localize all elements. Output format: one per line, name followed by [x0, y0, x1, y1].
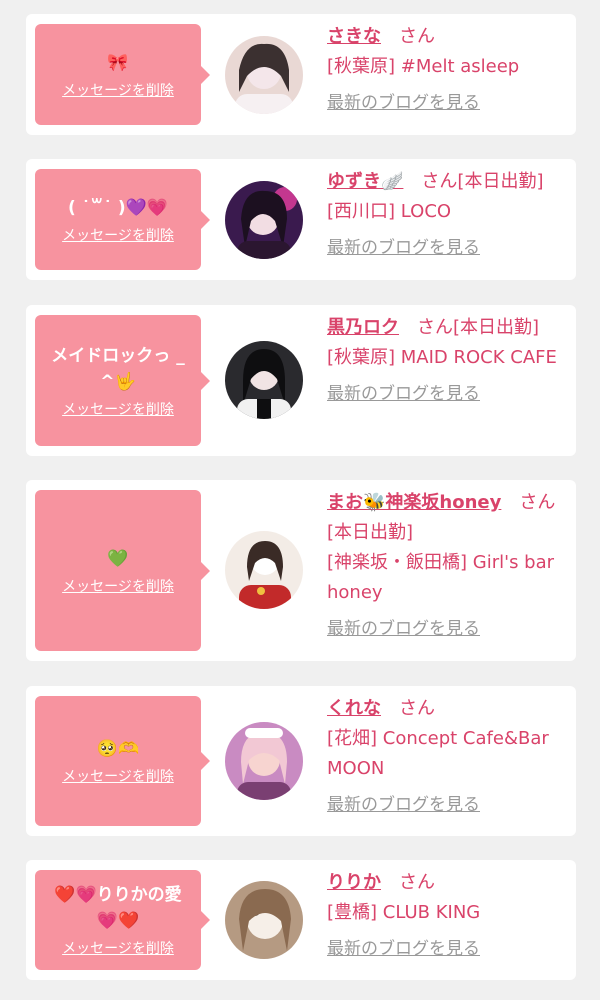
delete-message-link[interactable]: メッセージを削除	[62, 80, 174, 100]
list-item: 🥺🫶 メッセージを削除 くれな さん [花畑] Concept Cafe&Bar …	[26, 686, 576, 836]
message-list: 🎀 メッセージを削除 さきな さん [秋葉原] #Melt asleep 最新のブ…	[0, 0, 600, 1000]
cast-info: くれな さん [花畑] Concept Cafe&Bar MOON 最新のブログを…	[327, 694, 566, 820]
list-item: ❤️💗りりかの愛💗❤️ メッセージを削除 りりか さん [豊橋] CLUB KIN…	[26, 860, 576, 980]
avatar[interactable]	[225, 531, 303, 609]
message-text: ( ˙꒳˙ )💜💗	[68, 197, 168, 218]
message-bubble: ❤️💗りりかの愛💗❤️ メッセージを削除	[35, 870, 210, 970]
delete-message-link[interactable]: メッセージを削除	[62, 576, 174, 596]
name-line: 黒乃ロク さん[本日出勤]	[327, 313, 566, 343]
name-line: さきな さん	[327, 22, 566, 52]
shop-name: [花畑] Concept Cafe&Bar MOON	[327, 728, 549, 779]
list-item: 💚 メッセージを削除 まお🐝神楽坂honey さん[本日出勤] [神楽坂・飯田橋]…	[26, 480, 576, 661]
latest-blog-link[interactable]: 最新のブログを見る	[327, 233, 566, 263]
honorific: さん	[399, 698, 435, 719]
list-item: 🎀 メッセージを削除 さきな さん [秋葉原] #Melt asleep 最新のブ…	[26, 14, 576, 135]
name-line: まお🐝神楽坂honey さん[本日出勤]	[327, 488, 566, 548]
avatar[interactable]	[225, 181, 303, 259]
list-item: ( ˙꒳˙ )💜💗 メッセージを削除 ゆずき🪽 さん[本日出勤] [西川口] LO…	[26, 159, 576, 280]
name-line: ゆずき🪽 さん[本日出勤]	[327, 167, 566, 197]
cast-info: 黒乃ロク さん[本日出勤] [秋葉原] MAID ROCK CAFE 最新のブログ…	[327, 313, 566, 409]
message-bubble: メイドロックっ _ ^🤟 メッセージを削除	[35, 315, 210, 446]
shop-name: [秋葉原] #Melt asleep	[327, 56, 520, 77]
name-line: くれな さん	[327, 694, 566, 724]
cast-name-link[interactable]: さきな	[327, 26, 381, 47]
message-bubble: 🥺🫶 メッセージを削除	[35, 696, 210, 826]
message-bubble: 💚 メッセージを削除	[35, 490, 210, 651]
shop-name: [神楽坂・飯田橋] Girl's bar honey	[327, 552, 555, 603]
cast-name-link[interactable]: ゆずき🪽	[327, 171, 403, 192]
delete-message-link[interactable]: メッセージを削除	[62, 938, 174, 958]
cast-info: りりか さん [豊橋] CLUB KING 最新のブログを見る	[327, 868, 566, 964]
shop-name: [秋葉原] MAID ROCK CAFE	[327, 347, 557, 368]
message-text: 💚	[107, 548, 129, 569]
message-bubble: 🎀 メッセージを削除	[35, 24, 210, 125]
name-line: りりか さん	[327, 868, 566, 898]
shop-name: [西川口] LOCO	[327, 201, 452, 222]
honorific: さん[本日出勤]	[417, 317, 540, 338]
message-text: メイドロックっ _ ^🤟	[51, 345, 185, 392]
latest-blog-link[interactable]: 最新のブログを見る	[327, 88, 566, 118]
delete-message-link[interactable]: メッセージを削除	[62, 399, 174, 419]
honorific: さん	[399, 872, 435, 893]
message-text: ❤️💗りりかの愛💗❤️	[54, 885, 182, 931]
cast-name-link[interactable]: くれな	[327, 698, 381, 719]
latest-blog-link[interactable]: 最新のブログを見る	[327, 614, 566, 644]
message-text: 🎀	[107, 52, 129, 73]
list-item: メイドロックっ _ ^🤟 メッセージを削除 黒乃ロク さん[本日出勤] [秋葉原]…	[26, 305, 576, 456]
cast-name-link[interactable]: まお🐝神楽坂honey	[327, 492, 501, 513]
avatar[interactable]	[225, 722, 303, 800]
message-text: 🥺🫶	[96, 739, 140, 759]
latest-blog-link[interactable]: 最新のブログを見る	[327, 934, 566, 964]
cast-name-link[interactable]: 黒乃ロク	[327, 317, 399, 338]
message-bubble: ( ˙꒳˙ )💜💗 メッセージを削除	[35, 169, 210, 270]
honorific: さん[本日出勤]	[421, 171, 544, 192]
latest-blog-link[interactable]: 最新のブログを見る	[327, 790, 566, 820]
shop-name: [豊橋] CLUB KING	[327, 902, 481, 923]
cast-info: ゆずき🪽 さん[本日出勤] [西川口] LOCO 最新のブログを見る	[327, 167, 566, 263]
avatar[interactable]	[225, 881, 303, 959]
avatar[interactable]	[225, 36, 303, 114]
delete-message-link[interactable]: メッセージを削除	[62, 225, 174, 245]
honorific: さん	[399, 26, 435, 47]
delete-message-link[interactable]: メッセージを削除	[62, 766, 174, 786]
cast-name-link[interactable]: りりか	[327, 872, 381, 893]
avatar[interactable]	[225, 341, 303, 419]
cast-info: さきな さん [秋葉原] #Melt asleep 最新のブログを見る	[327, 22, 566, 118]
cast-info: まお🐝神楽坂honey さん[本日出勤] [神楽坂・飯田橋] Girl's bar…	[327, 488, 566, 644]
latest-blog-link[interactable]: 最新のブログを見る	[327, 379, 566, 409]
